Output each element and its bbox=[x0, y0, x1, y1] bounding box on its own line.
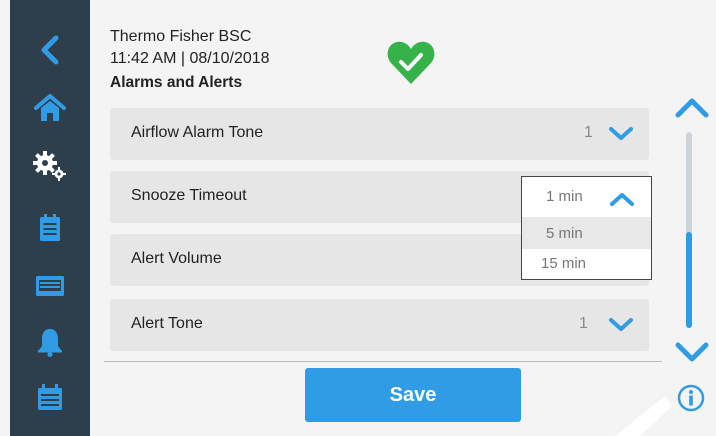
chevron-up-icon[interactable] bbox=[609, 191, 635, 207]
dropdown-selected[interactable]: 1 min bbox=[522, 177, 651, 217]
sidebar-item-home[interactable] bbox=[10, 86, 90, 130]
setting-label: Alert Volume bbox=[131, 250, 222, 267]
screen: Thermo Fisher BSC 11:42 AM | 08/10/2018 … bbox=[0, 0, 716, 436]
scrollbar-thumb[interactable] bbox=[686, 232, 692, 328]
info-icon[interactable] bbox=[677, 384, 705, 412]
chevron-down-icon[interactable] bbox=[608, 317, 634, 333]
active-indicator bbox=[90, 152, 100, 176]
divider bbox=[104, 361, 662, 362]
sidebar-item-alarms[interactable] bbox=[10, 320, 90, 364]
device-name: Thermo Fisher BSC bbox=[110, 28, 252, 45]
setting-row-alert-tone[interactable]: Alert Tone 1 bbox=[110, 299, 649, 351]
sidebar-item-back[interactable] bbox=[10, 28, 90, 72]
sidebar-item-calendar[interactable] bbox=[10, 376, 90, 420]
save-button[interactable]: Save bbox=[305, 368, 521, 422]
dropdown-option-label: 15 min bbox=[541, 255, 587, 272]
setting-label: Airflow Alarm Tone bbox=[131, 124, 264, 141]
sidebar-item-settings[interactable] bbox=[10, 144, 90, 188]
page-title: Alarms and Alerts bbox=[110, 74, 243, 91]
back-icon bbox=[41, 35, 59, 65]
clipboard-icon bbox=[40, 214, 60, 241]
bell-icon bbox=[38, 329, 62, 357]
setting-label: Alert Tone bbox=[131, 315, 203, 332]
dropdown-option[interactable]: 5 min bbox=[522, 217, 651, 249]
scrollbar[interactable] bbox=[686, 132, 692, 328]
sidebar-nav bbox=[10, 0, 100, 436]
setting-row-airflow-alarm-tone[interactable]: Airflow Alarm Tone 1 bbox=[110, 108, 649, 160]
setting-value: 1 bbox=[579, 315, 588, 332]
scroll-up-icon[interactable] bbox=[674, 96, 710, 120]
display-icon bbox=[36, 276, 64, 296]
scroll-down-icon[interactable] bbox=[674, 340, 710, 364]
chevron-down-icon[interactable] bbox=[608, 126, 634, 142]
datetime: 11:42 AM | 08/10/2018 bbox=[110, 50, 270, 67]
dropdown-option-label: 5 min bbox=[546, 225, 583, 242]
dropdown-option[interactable]: 15 min bbox=[522, 249, 651, 279]
settings-icon bbox=[33, 151, 66, 181]
sidebar-item-display[interactable] bbox=[10, 264, 90, 308]
home-icon bbox=[34, 94, 66, 121]
setting-label: Snooze Timeout bbox=[131, 187, 247, 204]
calendar-icon bbox=[38, 384, 62, 410]
sidebar-item-clipboard[interactable] bbox=[10, 206, 90, 250]
status-ok-heart-icon bbox=[387, 41, 435, 84]
snooze-timeout-dropdown[interactable]: 1 min 5 min 15 min bbox=[521, 176, 652, 280]
dropdown-selected-value: 1 min bbox=[546, 188, 583, 205]
setting-value: 1 bbox=[584, 124, 593, 141]
